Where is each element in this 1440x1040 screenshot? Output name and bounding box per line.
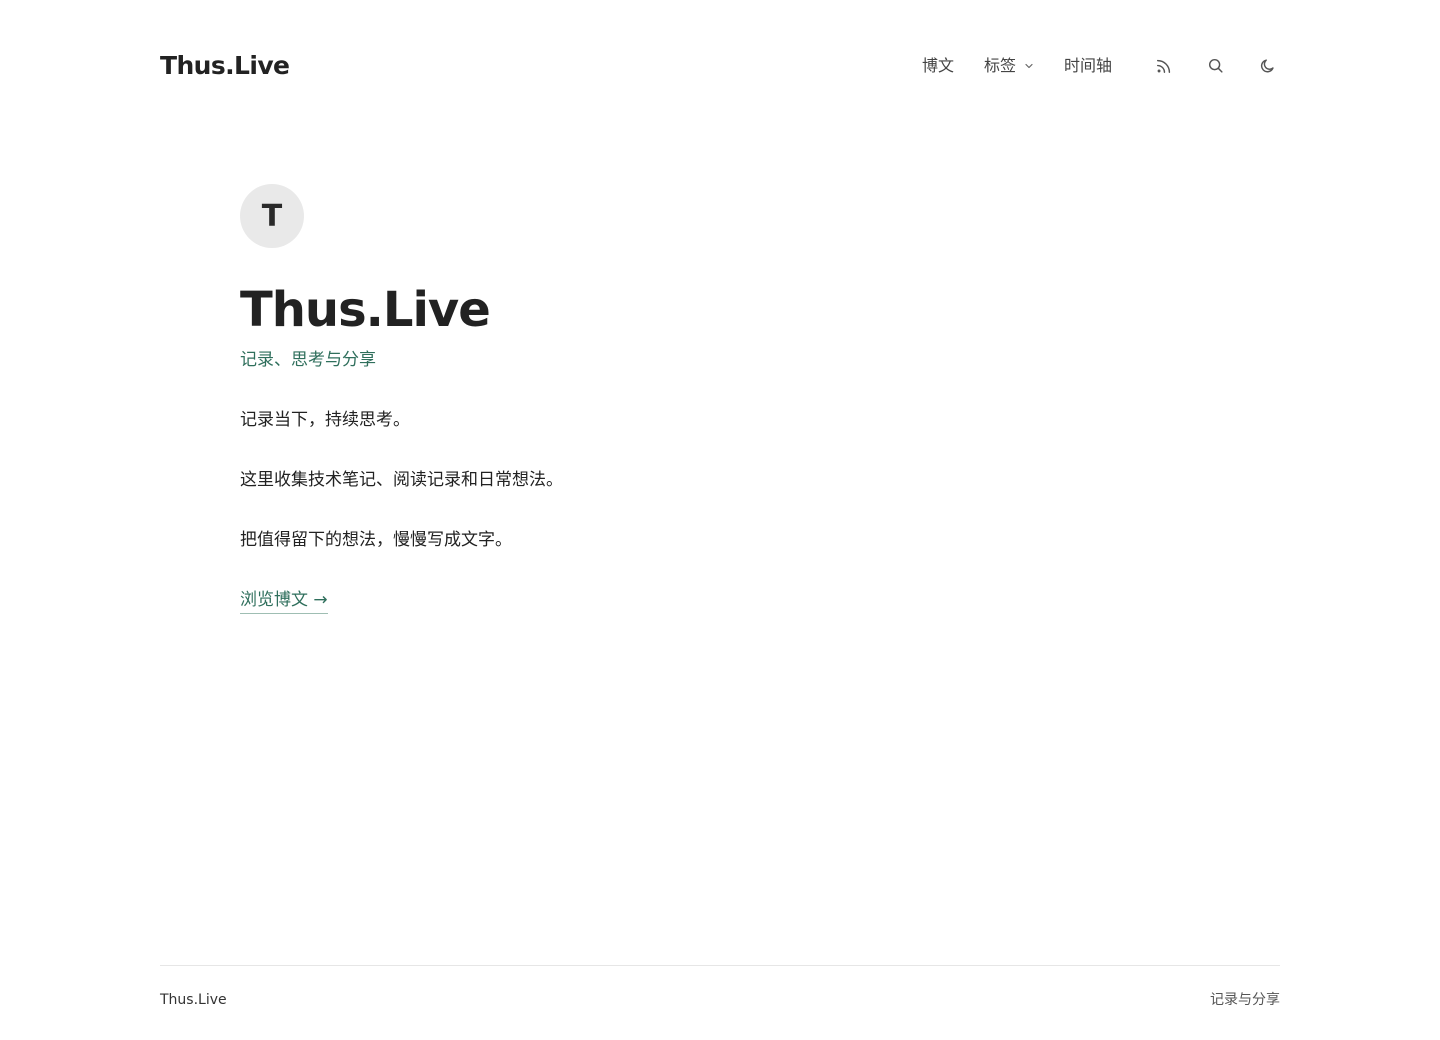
search-icon (1208, 58, 1223, 73)
site-header: Thus.Live 博文 标签 时间轴 (160, 0, 1280, 132)
nav-link-posts[interactable]: 博文 (922, 50, 954, 82)
nav-link-timeline[interactable]: 时间轴 (1064, 50, 1112, 82)
footer-tagline: 记录与分享 (1210, 992, 1280, 1008)
main-nav: 博文 标签 时间轴 (922, 50, 1280, 82)
browse-posts-link[interactable]: 浏览博文 → (240, 588, 328, 614)
page-title: Thus.Live (240, 282, 491, 338)
nav-dropdown-tags[interactable]: 标签 (984, 50, 1034, 82)
hero-section: T Thus.Live 记录、思考与分享 记录当下，持续思考。 这里收集技术笔记… (240, 184, 1040, 614)
site-footer: Thus.Live 记录与分享 (160, 965, 1280, 1025)
rss-button[interactable] (1152, 54, 1176, 78)
nav-link-tags-label: 标签 (983, 56, 1016, 75)
brand-logo-link[interactable]: Thus.Live (160, 50, 290, 82)
intro-paragraph-3: 把值得留下的想法，慢慢写成文字。 (240, 530, 512, 550)
footer-brand: Thus.Live (160, 992, 227, 1008)
search-button[interactable] (1204, 54, 1228, 78)
page: Thus.Live 博文 标签 时间轴 T Thus.Live 记录、思考与分享… (0, 0, 1440, 1040)
theme-toggle-button[interactable] (1256, 54, 1280, 78)
moon-icon (1260, 59, 1274, 73)
site-tagline: 记录、思考与分享 (240, 350, 376, 370)
avatar: T (240, 184, 304, 248)
nav-icon-group (1152, 54, 1280, 78)
rss-icon (1156, 59, 1171, 74)
chevron-down-icon (1025, 63, 1033, 69)
intro-paragraph-1: 记录当下，持续思考。 (240, 410, 410, 430)
intro-paragraph-2: 这里收集技术笔记、阅读记录和日常想法。 (240, 470, 563, 490)
